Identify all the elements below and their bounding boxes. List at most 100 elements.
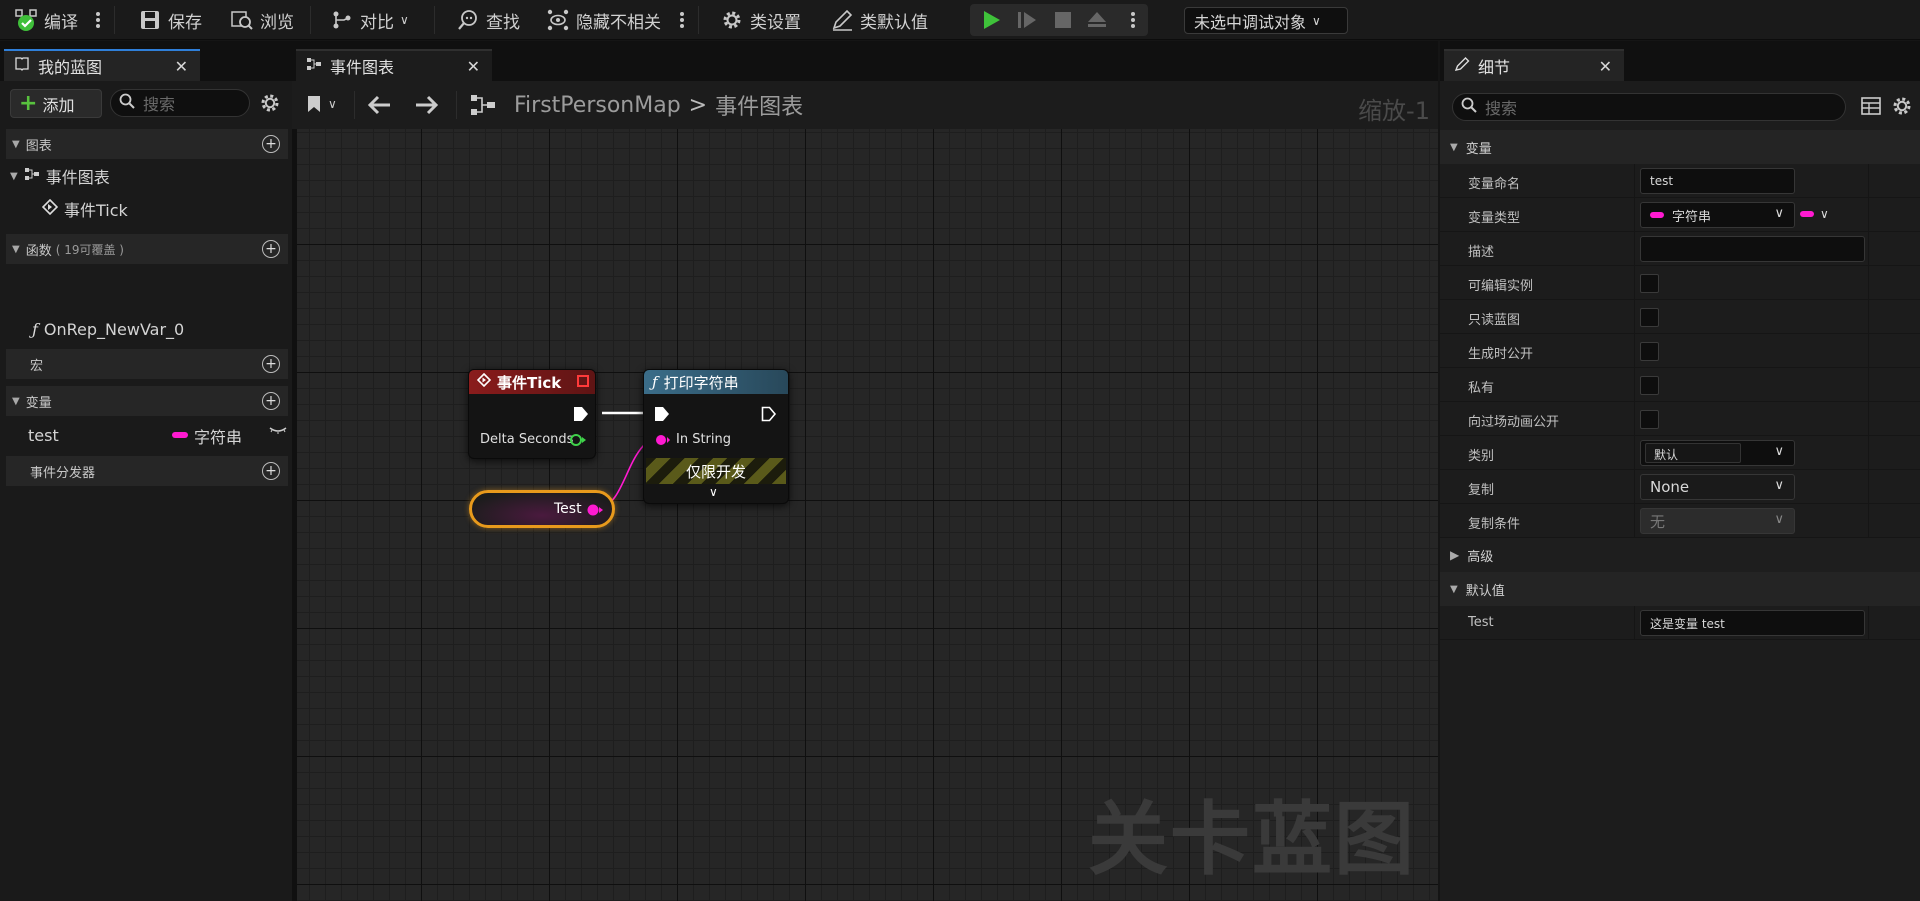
expand-triangle-icon: ▶ [1450,548,1460,562]
variable-type-select[interactable]: 字符串 ∨ [1640,202,1795,228]
settings-gear-icon[interactable] [258,91,282,119]
float-out-pin-icon[interactable] [569,433,587,451]
section-dispatchers[interactable]: 事件分发器 + [6,456,288,486]
string-out-pin-icon[interactable] [586,503,604,521]
expose-cinematics-checkbox[interactable] [1640,410,1659,429]
replication-select[interactable]: None ∨ [1640,474,1795,500]
exec-out-pin-icon[interactable] [761,406,777,426]
variable-item-test[interactable]: test 字符串 [28,421,290,449]
node-event-tick[interactable]: 事件Tick Delta Seconds [468,369,596,459]
tree-item-function[interactable]: ƒ OnRep_NewVar_0 [32,315,184,343]
back-arrow-icon[interactable] [366,93,392,121]
hide-unrelated-options-icon[interactable] [679,10,685,30]
node-header: ƒ 打印字符串 [644,370,788,394]
gear-icon[interactable] [1890,94,1914,122]
string-type-pill-icon [1650,212,1664,218]
search-placeholder: 搜索 [143,95,176,114]
stop-icon[interactable] [1048,8,1078,32]
description-field[interactable] [1640,236,1865,262]
string-in-pin-icon[interactable] [655,433,671,451]
hide-unrelated-button[interactable]: 隐藏不相关 [546,0,661,40]
browse-button[interactable]: 浏览 [230,0,294,40]
expose-on-spawn-checkbox[interactable] [1640,342,1659,361]
exec-out-pin-icon[interactable] [573,406,589,426]
eject-icon[interactable] [1082,8,1112,32]
add-dispatcher-icon[interactable]: + [262,462,280,480]
instance-editable-checkbox[interactable] [1640,274,1659,293]
class-settings-button[interactable]: 类设置 [720,0,801,40]
tab-event-graph[interactable]: 事件图表 ✕ [296,49,492,81]
column-divider [1868,300,1869,334]
collapse-triangle-icon: ▼ [12,243,20,255]
column-divider [1868,504,1869,538]
section-title: 高级 [1467,549,1494,565]
visibility-eye-icon[interactable] [268,422,288,442]
bookmark-button[interactable]: ∨ [306,94,337,114]
tab-my-blueprint[interactable]: 我的蓝图 ✕ [4,49,200,81]
class-defaults-button[interactable]: 类默认值 [830,0,928,40]
blueprint-search-input[interactable]: 搜索 [110,89,250,117]
table-view-icon[interactable] [1861,96,1881,120]
bookmark-icon [308,96,320,112]
chevron-down-icon: ∨ [1774,206,1784,221]
add-macro-icon[interactable]: + [262,355,280,373]
search-icon [119,93,135,113]
private-checkbox[interactable] [1640,376,1659,395]
breadcrumb-graph[interactable]: 事件图表 [715,89,803,121]
debug-target-select[interactable]: 未选中调试对象 ∨ [1184,7,1348,34]
close-icon[interactable]: ✕ [1599,57,1612,76]
add-function-icon[interactable]: + [262,240,280,258]
chevron-down-icon: ∨ [328,97,337,111]
detail-row-instance-editable: 可编辑实例 [1440,266,1920,300]
close-icon[interactable]: ✕ [467,57,480,76]
tree-item-event-tick[interactable]: 事件Tick [41,195,128,223]
add-button[interactable]: + 添加 [10,89,102,118]
row-label: Test [1468,615,1494,630]
section-functions[interactable]: ▼ 函数 ( 19可覆盖 ) + [6,234,288,264]
detail-row-category: 类别 默认 ∨ [1440,436,1920,470]
section-graphs[interactable]: ▼ 图表 + [6,129,288,159]
compile-options-icon[interactable] [95,10,101,30]
tab-details[interactable]: 细节 ✕ [1444,49,1624,81]
details-section-default-value[interactable]: ▼ 默认值 [1440,572,1920,606]
compile-label: 编译 [44,12,78,33]
play-icon[interactable] [976,8,1006,32]
add-label: 添加 [42,95,75,115]
close-icon[interactable]: ✕ [175,57,188,76]
node-get-test[interactable]: Test [469,490,615,528]
breadcrumb-map[interactable]: FirstPersonMap [514,93,681,118]
details-section-variable[interactable]: ▼ 变量 [1440,130,1920,164]
add-variable-icon[interactable]: + [262,392,280,410]
category-select[interactable]: 默认 ∨ [1640,440,1795,466]
section-macros[interactable]: 宏 + [6,349,288,379]
forward-arrow-icon[interactable] [414,93,440,121]
exec-in-pin-icon[interactable] [654,406,670,426]
level-blueprint-watermark: 关卡蓝图 [1088,793,1416,886]
expand-chevron-icon[interactable]: ∨ [709,485,718,499]
detail-row-blueprint-readonly: 只读蓝图 [1440,300,1920,334]
compile-button[interactable]: 编译 [14,0,78,40]
variable-name-field[interactable]: test [1640,168,1795,194]
play-options-icon[interactable] [1130,10,1136,30]
step-icon[interactable] [1012,8,1042,32]
find-button[interactable]: 查找 [456,0,520,40]
detail-row-type: 变量类型 字符串 ∨ ∨ [1440,198,1920,232]
debug-target-label: 未选中调试对象 [1194,12,1307,32]
section-variables[interactable]: ▼ 变量 + [6,386,288,416]
tree-item-event-graph[interactable]: ▼ 事件图表 [10,162,110,190]
book-icon [14,56,30,76]
details-section-advanced[interactable]: ▶ 高级 [1440,538,1920,572]
node-print-string[interactable]: ƒ 打印字符串 In String 仅限开发 ∨ [643,369,789,504]
save-button[interactable]: 保存 [138,0,202,40]
details-search-input[interactable]: 搜索 [1452,93,1846,121]
replication-condition-select[interactable]: 无 ∨ [1640,508,1795,534]
add-graph-icon[interactable]: + [262,135,280,153]
row-label: 描述 [1468,245,1495,260]
delegate-pin-icon[interactable] [577,375,589,387]
diff-button[interactable]: 对比 ∨ [330,0,409,40]
blueprint-readonly-checkbox[interactable] [1640,308,1659,327]
default-value-field[interactable]: 这是变量 test [1640,610,1865,636]
container-type-select[interactable]: ∨ [1800,207,1829,221]
graph-canvas[interactable]: 事件Tick Delta Seconds ƒ 打印字符串 In String 仅… [297,129,1438,901]
section-title: 图表 [25,138,52,154]
